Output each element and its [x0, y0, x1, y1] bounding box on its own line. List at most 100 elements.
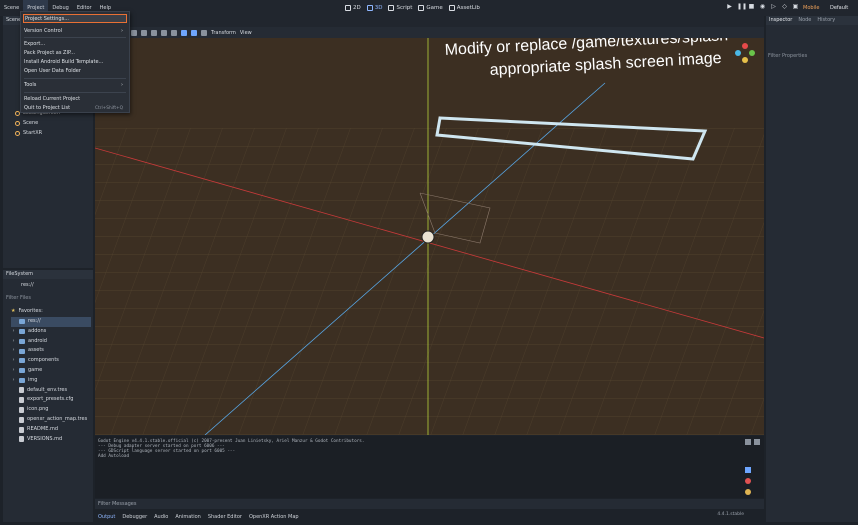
favorites-row[interactable]: ★ Favorites: [11, 307, 91, 317]
workspace-game[interactable]: Game [418, 5, 443, 11]
warning-filter-icon[interactable] [745, 489, 751, 495]
copy-icon[interactable] [754, 439, 760, 445]
file-icon [19, 436, 24, 443]
scene-node-label: Scene [23, 120, 39, 126]
remote-debug-icon[interactable]: ◉ [759, 3, 766, 10]
file-row[interactable]: VERSIONS.md [11, 435, 91, 445]
project-menu-item[interactable]: Install Android Build Template... [23, 58, 127, 67]
file-row[interactable]: README.md [11, 425, 91, 435]
workspace-3d-label: 3D [374, 5, 383, 11]
file-row[interactable]: › assets [11, 346, 91, 356]
workspace-assetlib[interactable]: AssetLib [448, 5, 480, 11]
project-menu-item[interactable]: Tools › [23, 81, 127, 90]
file-row[interactable]: export_presets.cfg [11, 395, 91, 405]
chevron-right-icon: › [121, 82, 123, 88]
play-scene-icon[interactable]: ▷ [770, 3, 777, 10]
inspector-tabs: Inspector Node History [766, 16, 858, 25]
file-row[interactable]: › game [11, 366, 91, 376]
filesystem-filter-input[interactable]: Filter Files [6, 294, 80, 302]
chevron-right-icon[interactable]: › [11, 337, 16, 347]
file-label: README.md [27, 425, 59, 432]
tab-history[interactable]: History [817, 16, 835, 25]
tab-animation[interactable]: Animation [175, 514, 201, 520]
tab-node[interactable]: Node [798, 16, 811, 25]
snap-icon[interactable] [191, 29, 197, 36]
stop-icon[interactable]: ■ [748, 3, 755, 10]
file-icon [19, 387, 24, 394]
movie-icon[interactable]: ▣ [792, 3, 799, 10]
file-label: img [28, 376, 38, 383]
scale-tool-icon[interactable] [131, 29, 137, 36]
lock-icon[interactable] [141, 29, 147, 36]
tab-openxr-action-map[interactable]: OpenXR Action Map [249, 514, 299, 520]
tab-audio[interactable]: Audio [154, 514, 168, 520]
project-menu-item[interactable]: Export... [23, 40, 127, 49]
transform-menu[interactable]: Transform [211, 30, 236, 36]
info-filter-icon[interactable] [745, 467, 751, 473]
project-menu-item[interactable]: Pack Project as ZIP... [23, 49, 127, 58]
view-menu[interactable]: View [240, 30, 252, 36]
filter-messages-input[interactable]: Filter Messages [95, 499, 764, 509]
layout-select[interactable]: Default [830, 0, 848, 16]
scene-node-startxr[interactable]: StartXR [15, 129, 42, 138]
star-icon: ★ [11, 308, 16, 314]
renderer-select[interactable]: Mobile [803, 0, 819, 16]
play-icon[interactable]: ▶ [726, 3, 733, 10]
tab-debugger[interactable]: Debugger [122, 514, 147, 520]
chevron-right-icon[interactable]: › [11, 356, 16, 366]
file-row[interactable]: default_env.tres [11, 386, 91, 396]
project-menu-item[interactable]: Open User Data Folder [23, 67, 127, 76]
node-icon [15, 121, 20, 126]
assetlib-icon [448, 5, 455, 11]
group-icon[interactable] [151, 29, 157, 36]
script-icon [388, 5, 395, 11]
inspector-dock: Inspector Node History Filter Properties [766, 16, 858, 522]
file-row[interactable]: res:// [11, 317, 91, 327]
environment-icon[interactable] [171, 29, 177, 36]
file-row[interactable]: › img [11, 376, 91, 386]
chevron-right-icon[interactable]: › [11, 366, 16, 376]
tab-inspector[interactable]: Inspector [769, 16, 792, 25]
filesystem-dock: FileSystem res:// Filter Files ★ Favorite… [3, 270, 93, 522]
scene-node-scene[interactable]: Scene [15, 119, 38, 128]
file-label: export_presets.cfg [27, 396, 74, 403]
inspector-filter-input[interactable]: Filter Properties [768, 52, 838, 60]
local-space-icon[interactable] [181, 29, 187, 36]
tab-output[interactable]: Output [98, 514, 115, 520]
scene-tabbar [95, 16, 764, 27]
viewport-3d[interactable]: Modify or replace /game/textures/splash … [95, 38, 764, 435]
play-custom-icon[interactable]: ◇ [781, 3, 788, 10]
project-menu-item[interactable]: Project Settings... [23, 14, 127, 23]
camera-gizmo-icon[interactable] [421, 230, 435, 244]
file-row[interactable]: icon.png [11, 405, 91, 415]
folder-icon [19, 368, 25, 374]
folder-icon [19, 378, 25, 384]
filesystem-dock-tab[interactable]: FileSystem [3, 270, 93, 279]
version-label: 4.4.1.stable [717, 512, 744, 517]
project-menu-item[interactable]: Reload Current Project [23, 95, 127, 104]
chevron-right-icon[interactable]: › [11, 327, 16, 337]
menu-item-label: Version Control [24, 28, 63, 34]
workspace-script[interactable]: Script [388, 5, 412, 11]
workspace-3d[interactable]: 3D [366, 5, 383, 11]
menu-item-label: Project Settings... [25, 16, 69, 22]
file-icon [19, 416, 24, 423]
file-row[interactable]: › addons [11, 327, 91, 337]
project-menu-item[interactable]: Quit to Project List Ctrl+Shift+Q [23, 104, 127, 113]
project-menu-item[interactable]: Version Control › [23, 27, 127, 36]
chevron-right-icon[interactable]: › [11, 346, 16, 356]
file-row[interactable]: openxr_action_map.tres [11, 415, 91, 425]
file-row[interactable]: › android [11, 337, 91, 347]
error-filter-icon[interactable] [745, 478, 751, 484]
sun-icon[interactable] [161, 29, 167, 36]
clear-icon[interactable] [745, 439, 751, 445]
chevron-right-icon[interactable]: › [11, 376, 16, 386]
more-icon[interactable] [201, 29, 207, 36]
menu-item-label: Reload Current Project [24, 96, 81, 102]
workspace-2d[interactable]: 2D [345, 5, 361, 11]
tab-shader-editor[interactable]: Shader Editor [208, 514, 242, 520]
run-toolbar: ▶ ❚❚ ■ ◉ ▷ ◇ ▣ [726, 3, 799, 10]
pause-icon[interactable]: ❚❚ [737, 3, 747, 10]
filesystem-path[interactable]: res:// [21, 282, 34, 288]
file-row[interactable]: › components [11, 356, 91, 366]
